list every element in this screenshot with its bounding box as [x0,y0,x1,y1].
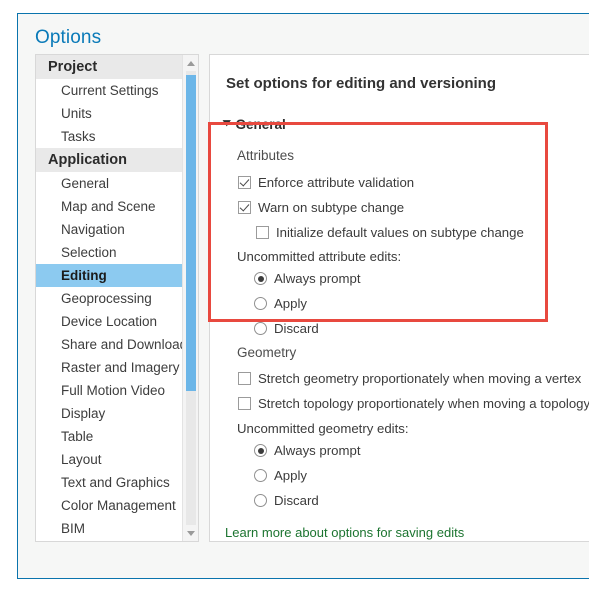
checkbox-initialize-default-values-on-subtype-change[interactable]: Initialize default values on subtype cha… [256,225,524,240]
sidebar-item-general[interactable]: General [36,172,183,195]
checkbox-label: Enforce attribute validation [258,175,415,190]
radio-geometry-discard[interactable]: Discard [254,493,319,508]
checkbox-enforce-attribute-validation[interactable]: Enforce attribute validation [238,175,414,190]
checkbox-icon[interactable] [238,397,251,410]
geometry-section-label: Geometry [237,345,297,360]
checkbox-label: Initialize default values on subtype cha… [276,225,524,240]
nav-group-project: Project [36,55,183,79]
learn-more-link[interactable]: Learn more about options for saving edit… [225,525,464,540]
sidebar-item-table[interactable]: Table [36,425,183,448]
radio-label: Apply [274,468,307,483]
radio-attribute-discard[interactable]: Discard [254,321,319,336]
radio-label: Discard [274,321,319,336]
sidebar-item-navigation[interactable]: Navigation [36,218,183,241]
sidebar-item-full-motion-video[interactable]: Full Motion Video [36,379,183,402]
options-dialog: Options Project Current Settings Units T… [17,13,589,579]
sidebar-item-color-management[interactable]: Color Management [36,494,183,517]
scroll-down-button[interactable] [183,525,198,541]
radio-label: Apply [274,296,307,311]
nav-group-application: Application [36,148,183,172]
sidebar-scrollbar[interactable] [182,55,198,541]
scrollbar-thumb[interactable] [186,75,196,391]
checkbox-icon[interactable] [256,226,269,239]
dialog-title: Options [35,27,102,48]
checkbox-stretch-geometry-proportionately[interactable]: Stretch geometry proportionately when mo… [238,371,581,386]
checkbox-icon[interactable] [238,372,251,385]
nav-list: Project Current Settings Units Tasks App… [36,55,187,540]
radio-geometry-always-prompt[interactable]: Always prompt [254,443,360,458]
radio-icon[interactable] [254,469,267,482]
sidebar-item-map-and-scene[interactable]: Map and Scene [36,195,183,218]
general-section-expander[interactable]: ▾ General [223,117,286,132]
radio-icon[interactable] [254,444,267,457]
attributes-section-label: Attributes [237,148,295,163]
options-category-list[interactable]: Project Current Settings Units Tasks App… [35,54,199,542]
radio-icon[interactable] [254,272,267,285]
scroll-down-arrow-icon [187,530,195,536]
uncommitted-attribute-edits-label: Uncommitted attribute edits: [237,249,402,264]
sidebar-item-raster-and-imagery[interactable]: Raster and Imagery [36,356,183,379]
radio-label: Always prompt [274,443,361,458]
radio-icon[interactable] [254,494,267,507]
radio-icon[interactable] [254,297,267,310]
radio-attribute-apply[interactable]: Apply [254,296,307,311]
scroll-up-arrow-icon [187,60,195,66]
checkbox-label: Warn on subtype change [258,200,405,215]
checkbox-label: Stretch topology proportionately when mo… [258,396,589,411]
sidebar-item-bim[interactable]: BIM [36,517,183,540]
sidebar-item-text-and-graphics[interactable]: Text and Graphics [36,471,183,494]
sidebar-item-units[interactable]: Units [36,102,183,125]
checkbox-label: Stretch geometry proportionately when mo… [258,371,582,386]
checkbox-icon[interactable] [238,201,251,214]
sidebar-item-tasks[interactable]: Tasks [36,125,183,148]
radio-label: Discard [274,493,319,508]
general-section-label: General [235,117,286,132]
checkbox-warn-on-subtype-change[interactable]: Warn on subtype change [238,200,404,215]
page-title: Set options for editing and versioning [226,75,497,92]
radio-attribute-always-prompt[interactable]: Always prompt [254,271,360,286]
options-content-pane: Set options for editing and versioning ▾… [209,54,589,542]
sidebar-item-device-location[interactable]: Device Location [36,310,183,333]
chevron-down-icon: ▾ [223,117,231,129]
checkbox-icon[interactable] [238,176,251,189]
sidebar-item-layout[interactable]: Layout [36,448,183,471]
sidebar-item-share-and-download[interactable]: Share and Download [36,333,187,356]
sidebar-item-editing[interactable]: Editing [36,264,183,287]
sidebar-item-current-settings[interactable]: Current Settings [36,79,183,102]
radio-label: Always prompt [274,271,361,286]
sidebar-item-geoprocessing[interactable]: Geoprocessing [36,287,183,310]
scroll-up-button[interactable] [183,55,198,71]
checkbox-stretch-topology-proportionately[interactable]: Stretch topology proportionately when mo… [238,396,589,411]
sidebar-item-display[interactable]: Display [36,402,183,425]
radio-icon[interactable] [254,322,267,335]
radio-geometry-apply[interactable]: Apply [254,468,307,483]
sidebar-item-selection[interactable]: Selection [36,241,183,264]
uncommitted-geometry-edits-label: Uncommitted geometry edits: [237,421,409,436]
